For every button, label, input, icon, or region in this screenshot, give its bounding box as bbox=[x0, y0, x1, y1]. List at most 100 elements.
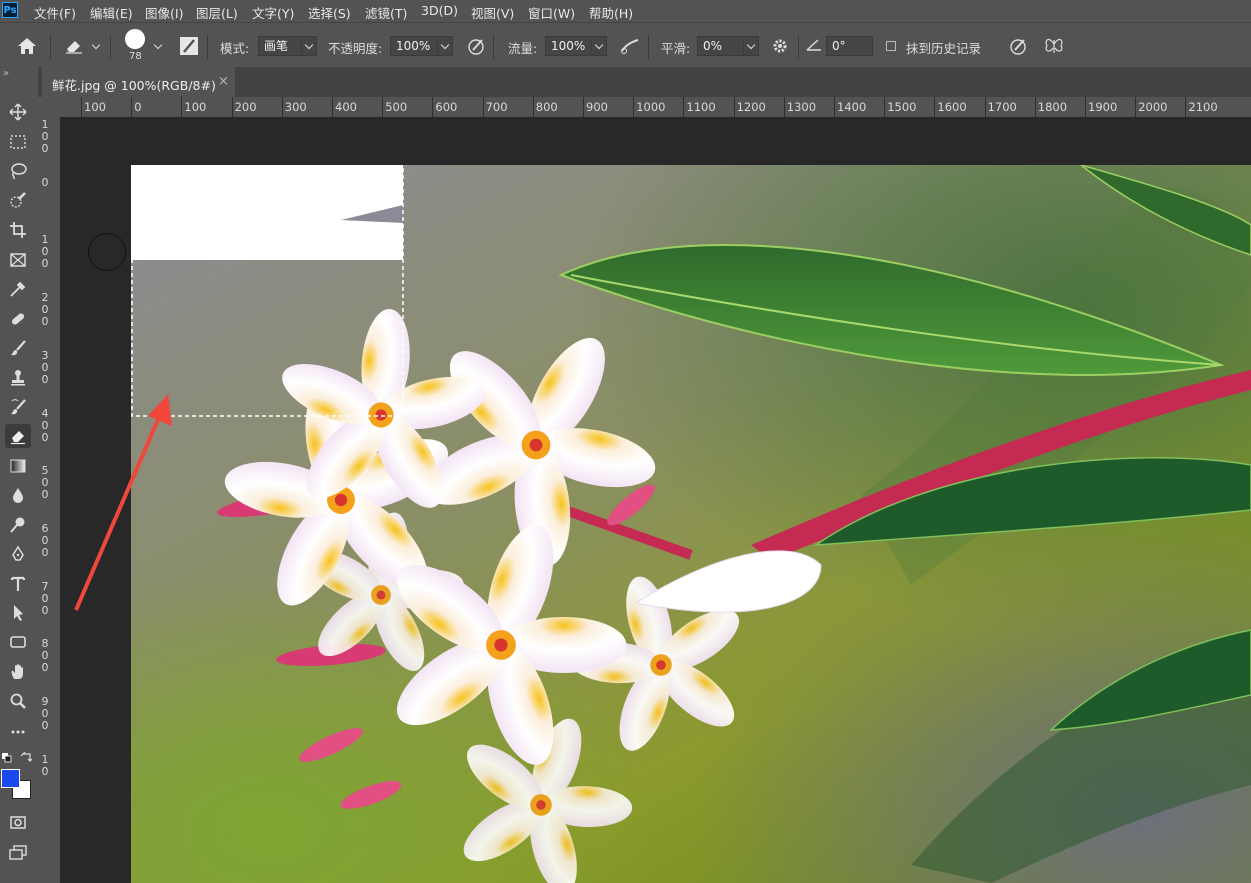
menu-edit[interactable]: 编辑(E) bbox=[90, 3, 133, 22]
ruler-label: 0 bbox=[41, 545, 49, 559]
marquee-tool-icon[interactable] bbox=[5, 130, 31, 154]
ruler-tick bbox=[633, 97, 635, 117]
rectangle-tool-icon[interactable] bbox=[5, 630, 31, 654]
ruler-label: 1100 bbox=[686, 100, 716, 114]
menu-filter[interactable]: 滤镜(T) bbox=[365, 3, 407, 22]
ruler-tick bbox=[181, 97, 183, 117]
move-tool-icon[interactable] bbox=[5, 100, 31, 124]
ruler-label: 1500 bbox=[887, 100, 917, 114]
flower-photo[interactable] bbox=[131, 165, 1251, 883]
path-selection-tool-icon[interactable] bbox=[5, 601, 31, 625]
quick-selection-tool-icon[interactable] bbox=[5, 189, 31, 213]
ruler-tick bbox=[984, 97, 986, 117]
ruler-tick bbox=[733, 97, 735, 117]
ruler-label: 1 bbox=[41, 752, 49, 766]
type-tool-icon[interactable] bbox=[5, 572, 31, 596]
flow-dropdown[interactable] bbox=[591, 36, 607, 56]
gradient-tool-icon[interactable] bbox=[5, 454, 31, 478]
menu-layer[interactable]: 图层(L) bbox=[196, 3, 238, 22]
eyedropper-tool-icon[interactable] bbox=[5, 277, 31, 301]
menu-view[interactable]: 视图(V) bbox=[471, 3, 514, 22]
frame-tool-icon[interactable] bbox=[5, 248, 31, 272]
mode-label: 模式: bbox=[220, 41, 250, 56]
ruler-tick bbox=[382, 97, 384, 117]
opacity-dropdown[interactable] bbox=[437, 36, 453, 56]
hand-tool-icon[interactable] bbox=[5, 660, 31, 684]
symmetry-butterfly-icon[interactable] bbox=[1043, 36, 1065, 56]
ruler-tick bbox=[884, 97, 886, 117]
pressure-size-icon[interactable] bbox=[1008, 36, 1028, 56]
menu-file[interactable]: 文件(F) bbox=[34, 3, 76, 22]
lasso-tool-icon[interactable] bbox=[5, 159, 31, 183]
menu-help[interactable]: 帮助(H) bbox=[589, 3, 633, 22]
photoshop-logo-icon[interactable]: Ps bbox=[2, 2, 18, 18]
opacity-input[interactable]: 100% bbox=[390, 36, 438, 56]
gear-icon[interactable] bbox=[771, 37, 789, 55]
eraser-tool-icon[interactable] bbox=[5, 424, 31, 448]
menu-image[interactable]: 图像(I) bbox=[145, 3, 183, 22]
airbrush-icon[interactable] bbox=[619, 36, 641, 56]
vertical-ruler[interactable]: 100010020030040050060070080090010 bbox=[38, 117, 61, 883]
erase-to-history-checkbox[interactable] bbox=[886, 41, 896, 51]
smoothing-input[interactable]: 0% bbox=[697, 36, 744, 56]
brush-settings-icon[interactable] bbox=[179, 36, 199, 56]
ruler-label: 0 bbox=[41, 603, 49, 617]
clone-stamp-tool-icon[interactable] bbox=[5, 366, 31, 390]
smoothing-dropdown[interactable] bbox=[743, 36, 759, 56]
menu-type[interactable]: 文字(Y) bbox=[252, 3, 294, 22]
ruler-label: 300 bbox=[284, 100, 307, 114]
ruler-label: 0 bbox=[41, 764, 49, 778]
pressure-opacity-icon[interactable] bbox=[466, 36, 486, 56]
ruler-label: 900 bbox=[586, 100, 608, 114]
menu-window[interactable]: 窗口(W) bbox=[528, 3, 575, 22]
ruler-label: 400 bbox=[335, 100, 357, 114]
screen-mode-icon[interactable] bbox=[5, 840, 31, 864]
dodge-tool-icon[interactable] bbox=[5, 513, 31, 537]
chevron-down-icon[interactable] bbox=[153, 40, 163, 50]
ruler-label: 2100 bbox=[1188, 100, 1218, 114]
pen-tool-icon[interactable] bbox=[5, 542, 31, 566]
collapse-panel-icon[interactable]: » bbox=[3, 68, 9, 79]
mode-select[interactable]: 画笔 bbox=[258, 36, 302, 56]
crop-tool-icon[interactable] bbox=[5, 218, 31, 242]
ruler-label: 1400 bbox=[837, 100, 867, 114]
ruler-corner[interactable] bbox=[38, 97, 60, 117]
brush-tip-icon[interactable] bbox=[125, 29, 145, 49]
menu-select[interactable]: 选择(S) bbox=[308, 3, 351, 22]
flow-input[interactable]: 100% bbox=[545, 36, 592, 56]
horizontal-ruler[interactable]: 100 0 100 200 300 400 500 600 700 800 900 1000 1100 1… bbox=[60, 97, 1251, 118]
ruler-label: 0 bbox=[41, 430, 49, 444]
ruler-tick bbox=[683, 97, 685, 117]
document-tab[interactable]: 鲜花.jpg @ 100%(RGB/8#) × bbox=[42, 67, 235, 97]
ruler-label: 0 bbox=[41, 488, 49, 502]
ruler-tick bbox=[583, 97, 584, 117]
more-tools-icon[interactable] bbox=[5, 719, 31, 743]
foreground-color-swatch[interactable] bbox=[1, 769, 20, 788]
mode-dropdown[interactable] bbox=[301, 36, 317, 56]
zoom-tool-icon[interactable] bbox=[5, 689, 31, 713]
chevron-down-icon[interactable] bbox=[91, 40, 101, 50]
quick-mask-icon[interactable] bbox=[5, 810, 31, 834]
ruler-label: 0 bbox=[41, 360, 49, 374]
smoothing-label: 平滑: bbox=[661, 41, 691, 56]
brush-tool-icon[interactable] bbox=[5, 336, 31, 360]
eraser-preset-icon[interactable] bbox=[64, 37, 84, 55]
ruler-tick bbox=[281, 97, 283, 117]
menu-3d[interactable]: 3D(D) bbox=[421, 3, 458, 18]
ruler-label: 1300 bbox=[786, 100, 817, 114]
healing-brush-tool-icon[interactable] bbox=[5, 307, 31, 331]
home-icon[interactable] bbox=[17, 37, 37, 55]
ruler-label: 100 bbox=[84, 100, 106, 114]
default-swap-colors-icon[interactable] bbox=[1, 751, 35, 765]
ruler-label: 0 bbox=[41, 372, 49, 386]
close-icon[interactable]: × bbox=[218, 74, 229, 89]
ruler-label: 500 bbox=[385, 100, 408, 114]
ruler-tick bbox=[81, 97, 82, 117]
ruler-tick bbox=[1034, 97, 1036, 117]
history-brush-tool-icon[interactable] bbox=[5, 395, 31, 419]
blur-tool-icon[interactable] bbox=[5, 483, 31, 507]
ruler-label: 7 bbox=[41, 579, 49, 593]
angle-input[interactable]: 0° bbox=[826, 36, 873, 56]
ruler-label: 100 bbox=[184, 100, 207, 114]
ruler-tick bbox=[1085, 97, 1086, 117]
